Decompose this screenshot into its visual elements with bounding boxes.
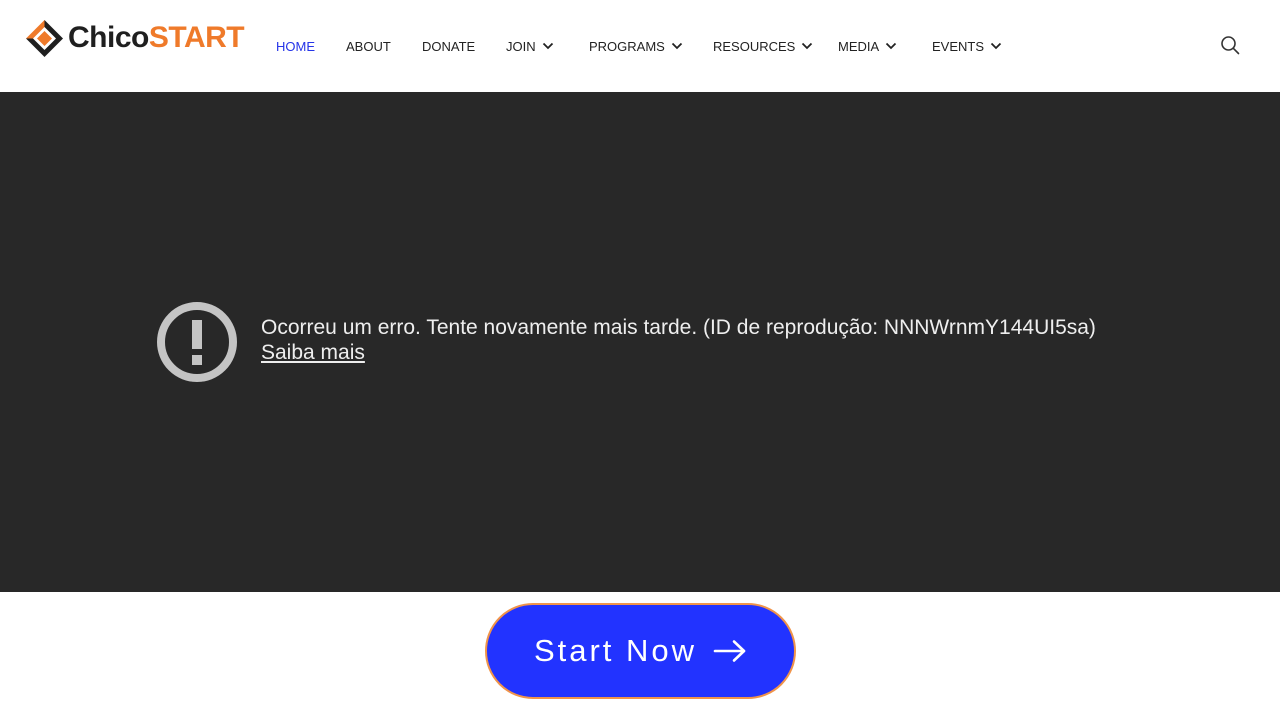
video-error-message: Ocorreu um erro. Tente novamente mais ta…: [261, 316, 1096, 339]
video-player[interactable]: Ocorreu um erro. Tente novamente mais ta…: [0, 92, 1280, 592]
nav-label: MEDIA: [838, 38, 880, 54]
logo-wordmark: ChicoSTART: [68, 19, 245, 57]
chevron-down-icon: [802, 42, 813, 50]
nav-label: DONATE: [422, 38, 476, 54]
chevron-down-icon: [542, 42, 553, 50]
start-now-button[interactable]: Start Now: [485, 603, 796, 699]
site-header: ChicoSTART HOME ABOUT DONATE JOIN PROGRA…: [0, 0, 1280, 92]
nav-item-events[interactable]: EVENTS: [932, 38, 1002, 54]
nav-item-donate[interactable]: DONATE: [422, 38, 475, 54]
exclamation-circle-icon: [157, 302, 237, 382]
chevron-down-icon: [886, 42, 897, 50]
nav-item-about[interactable]: ABOUT: [346, 38, 391, 54]
logo-text-start: START: [148, 21, 245, 54]
chicostart-logo-icon: [26, 19, 63, 57]
nav-label: JOIN: [506, 38, 536, 54]
logo-text-chico: Chico: [68, 21, 149, 54]
site-logo[interactable]: ChicoSTART: [26, 19, 245, 57]
nav-item-home[interactable]: HOME: [276, 38, 315, 54]
nav-label: EVENTS: [932, 38, 985, 54]
nav-item-media[interactable]: MEDIA: [838, 38, 897, 54]
nav-item-resources[interactable]: RESOURCES: [713, 38, 813, 54]
nav-item-join[interactable]: JOIN: [506, 38, 554, 54]
learn-more-link[interactable]: Saiba mais: [261, 341, 365, 365]
arrow-right-icon: [713, 640, 746, 662]
search-icon[interactable]: [1220, 35, 1240, 55]
nav-label: ABOUT: [346, 38, 391, 54]
nav-label: RESOURCES: [713, 38, 796, 54]
nav-label: HOME: [276, 38, 315, 54]
chevron-down-icon: [671, 42, 682, 50]
nav-item-programs[interactable]: PROGRAMS: [589, 38, 683, 54]
nav-label: PROGRAMS: [589, 38, 665, 54]
chevron-down-icon: [990, 42, 1002, 50]
start-now-label: Start Now: [533, 633, 698, 668]
